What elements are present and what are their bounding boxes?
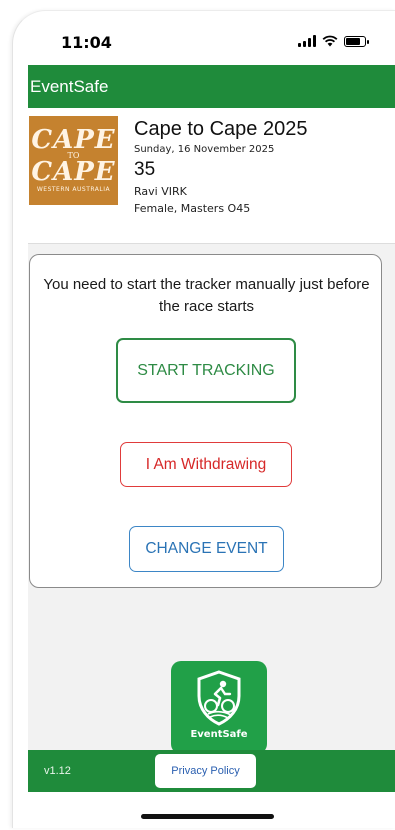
- wifi-icon: [322, 35, 338, 47]
- event-header: CAPE TO CAPE WESTERN AUSTRALIA Cape to C…: [28, 108, 395, 244]
- eventsafe-logo: EventSafe: [171, 661, 267, 754]
- app-version: v1.12: [44, 765, 71, 777]
- tracker-instruction: You need to start the tracker manually j…: [43, 276, 370, 315]
- shield-cyclist-icon: [197, 670, 241, 726]
- phone-frame: 11:04 EventSafe CAPE TO CAPE WESTERN AUS…: [12, 10, 395, 828]
- event-logo-subtitle: WESTERN AUSTRALIA: [36, 186, 111, 193]
- athlete-name: Ravi VIRK: [134, 185, 187, 198]
- battery-icon: [344, 35, 369, 47]
- status-bar: 11:04: [13, 11, 395, 65]
- main-content: You need to start the tracker manually j…: [28, 244, 395, 754]
- event-name: Cape to Cape 2025: [134, 118, 308, 140]
- tracking-card: You need to start the tracker manually j…: [29, 254, 382, 588]
- status-icons: [298, 35, 369, 47]
- event-logo-line2: CAPE: [31, 157, 116, 187]
- withdraw-button[interactable]: I Am Withdrawing: [120, 442, 292, 487]
- athlete-category: Female, Masters O45: [134, 202, 251, 215]
- app-title: EventSafe: [30, 76, 109, 96]
- event-logo: CAPE TO CAPE WESTERN AUSTRALIA: [29, 116, 118, 205]
- eventsafe-logo-text: EventSafe: [190, 729, 248, 740]
- status-time: 11:04: [61, 33, 112, 52]
- bib-number: 35: [134, 159, 156, 180]
- signal-icon: [298, 35, 316, 47]
- change-event-button[interactable]: CHANGE EVENT: [129, 526, 284, 572]
- app-bar: EventSafe: [28, 65, 395, 108]
- privacy-policy-button[interactable]: Privacy Policy: [155, 754, 256, 788]
- home-indicator[interactable]: [141, 814, 274, 819]
- footer: v1.12 Privacy Policy: [28, 750, 395, 792]
- event-logo-line1: CAPE: [31, 125, 116, 155]
- event-date: Sunday, 16 November 2025: [134, 144, 275, 155]
- start-tracking-button[interactable]: START TRACKING: [116, 338, 296, 403]
- event-info: Cape to Cape 2025 Sunday, 16 November 20…: [134, 118, 307, 215]
